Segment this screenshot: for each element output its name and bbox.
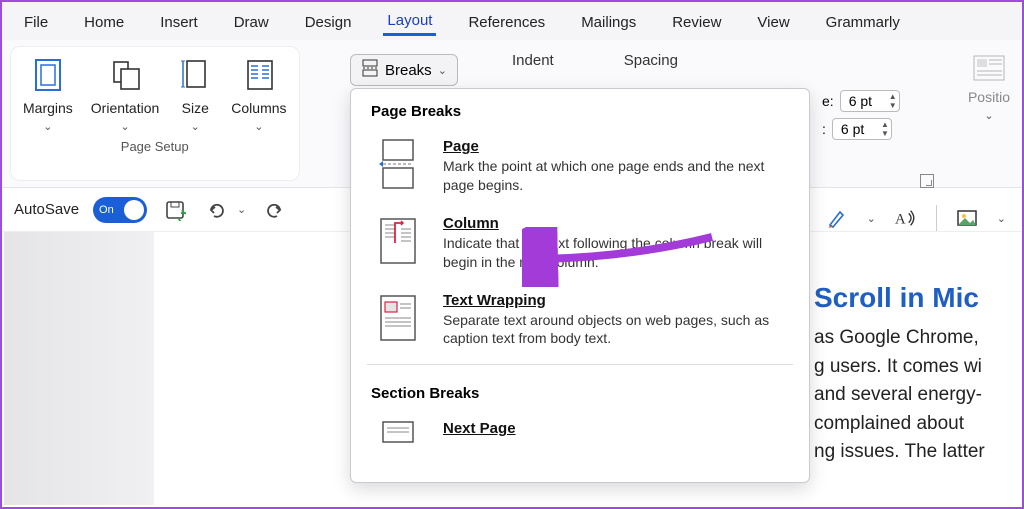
orientation-button[interactable]: Orientation ⌄ (91, 57, 159, 133)
doc-line: complained about (814, 410, 1020, 439)
column-break-icon (375, 215, 421, 267)
spacing-before-label: e: (822, 93, 834, 109)
breaks-button[interactable]: Breaks ⌄ (350, 54, 458, 86)
ribbon-tabs: File Home Insert Draw Design Layout Refe… (2, 2, 1022, 40)
autosave-toggle-state: On (99, 204, 114, 216)
paragraph-group: Indent Spacing (512, 52, 678, 69)
spacing-after-input[interactable]: 6 pt ▲▼ (832, 118, 892, 140)
svg-text:A: A (895, 212, 906, 228)
margins-label: Margins (23, 100, 73, 116)
size-button[interactable]: Size ⌄ (177, 57, 213, 133)
chevron-down-icon: ⌄ (120, 120, 129, 133)
doc-line: and several energy- (814, 381, 1020, 410)
group-label-page-setup: Page Setup (121, 139, 189, 154)
chevron-down-icon: ⌄ (43, 120, 52, 133)
spinner-arrows-icon[interactable]: ▲▼ (889, 91, 897, 111)
columns-label: Columns (231, 100, 286, 116)
doc-heading: Scroll in Mic (814, 282, 1020, 314)
save-button[interactable] (161, 196, 189, 224)
chevron-down-icon: ⌄ (191, 120, 200, 133)
picture-icon[interactable] (953, 204, 981, 232)
read-aloud-icon[interactable]: A (892, 204, 920, 232)
breaks-next-page-item[interactable]: Next Page (351, 410, 809, 472)
position-button[interactable]: Positio ⌄ (968, 54, 1010, 122)
document-preview: Scroll in Mic as Google Chrome, g users.… (814, 282, 1020, 467)
breaks-page-item[interactable]: Page Mark the point at which one page en… (351, 128, 809, 205)
dialog-launcher-icon[interactable] (920, 174, 934, 188)
spacing-before-input[interactable]: 6 pt ▲▼ (840, 90, 900, 112)
autosave-label: AutoSave (14, 201, 79, 218)
undo-button[interactable] (203, 196, 231, 224)
spinner-arrows-icon[interactable]: ▲▼ (881, 119, 889, 139)
next-page-break-icon (375, 420, 421, 472)
margins-icon (30, 57, 66, 96)
orientation-icon (107, 57, 143, 96)
spacing-before-value: 6 pt (849, 93, 872, 109)
dd-column-title: Column (443, 215, 785, 232)
autosave-toggle[interactable]: On (93, 197, 147, 223)
tab-grammarly[interactable]: Grammarly (822, 8, 904, 35)
dd-divider (367, 364, 793, 365)
undo-dropdown[interactable]: ⌄ (237, 203, 246, 216)
orientation-label: Orientation (91, 100, 159, 116)
dd-page-title: Page (443, 138, 785, 155)
tab-view[interactable]: View (753, 8, 793, 35)
tab-draw[interactable]: Draw (230, 8, 273, 35)
chevron-down-icon[interactable]: ⌄ (867, 212, 876, 225)
dd-section-page-breaks: Page Breaks (351, 89, 809, 128)
canvas-margin (4, 232, 154, 505)
tab-review[interactable]: Review (668, 8, 725, 35)
position-label: Positio (968, 89, 1010, 105)
breaks-dropdown: Page Breaks Page Mark the point at which… (350, 88, 810, 483)
dd-section-section-breaks: Section Breaks (351, 371, 809, 410)
indent-heading: Indent (512, 52, 554, 69)
dd-wrap-desc: Separate text around objects on web page… (443, 311, 785, 349)
size-icon (177, 57, 213, 96)
breaks-text-wrapping-item[interactable]: Text Wrapping Separate text around objec… (351, 282, 809, 359)
chevron-down-icon: ⌄ (254, 120, 263, 133)
doc-line: ng issues. The latter (814, 438, 1020, 467)
breaks-column-item[interactable]: Column Indicate that the text following … (351, 205, 809, 282)
position-icon (972, 54, 1006, 85)
dd-wrap-title: Text Wrapping (443, 292, 785, 309)
tab-file[interactable]: File (20, 8, 52, 35)
editor-pen-icon[interactable] (823, 204, 851, 232)
tab-insert[interactable]: Insert (156, 8, 202, 35)
chevron-down-icon[interactable]: ⌄ (997, 212, 1006, 225)
redo-button[interactable] (260, 196, 288, 224)
spacing-controls: e: 6 pt ▲▼ : 6 pt ▲▼ (822, 90, 900, 140)
breaks-label: Breaks (385, 62, 432, 79)
doc-line: as Google Chrome, (814, 324, 1020, 353)
dd-next-title: Next Page (443, 420, 516, 437)
dd-column-desc: Indicate that the text following the col… (443, 234, 785, 272)
separator (936, 205, 937, 231)
qa-right-tools: ⌄ A ⌄ (806, 204, 1006, 232)
tab-home[interactable]: Home (80, 8, 128, 35)
chevron-down-icon: ⌄ (438, 64, 447, 77)
spacing-after-label: : (822, 121, 826, 137)
text-wrapping-icon (375, 292, 421, 344)
tab-design[interactable]: Design (301, 8, 356, 35)
group-page-setup: Margins ⌄ Orientation ⌄ Size ⌄ (10, 46, 300, 181)
chevron-down-icon: ⌄ (984, 109, 993, 122)
toggle-knob (124, 200, 144, 220)
doc-line: g users. It comes wi (814, 353, 1020, 382)
tab-layout[interactable]: Layout (383, 6, 436, 36)
margins-button[interactable]: Margins ⌄ (23, 57, 73, 133)
dd-page-desc: Mark the point at which one page ends an… (443, 157, 785, 195)
spacing-after-value: 6 pt (841, 121, 864, 137)
tab-references[interactable]: References (464, 8, 549, 35)
breaks-icon (361, 59, 379, 81)
size-label: Size (182, 100, 209, 116)
columns-button[interactable]: Columns ⌄ (231, 57, 286, 133)
tab-mailings[interactable]: Mailings (577, 8, 640, 35)
spacing-heading: Spacing (624, 52, 678, 69)
page-break-icon (375, 138, 421, 190)
columns-icon (241, 57, 277, 96)
